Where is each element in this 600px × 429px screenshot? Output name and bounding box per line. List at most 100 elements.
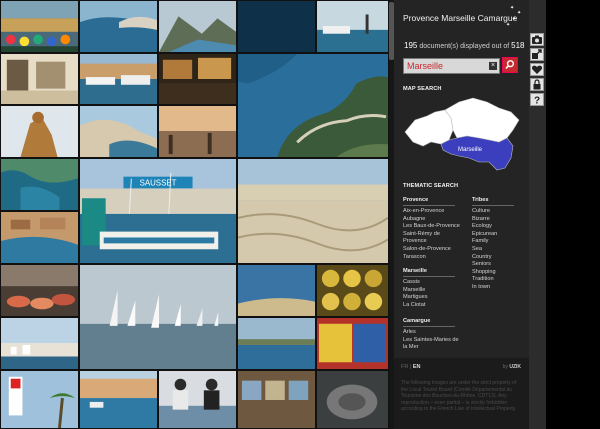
- photo-mosaic: SAUSSET: [0, 0, 390, 429]
- provence-item[interactable]: Les Baux-de-Provence: [403, 223, 461, 231]
- map-region-marseille[interactable]: [440, 135, 514, 171]
- camera-button[interactable]: [530, 33, 544, 46]
- site-title: Provence Marseille Camargue: [403, 13, 518, 23]
- clear-search-button[interactable]: ×: [489, 62, 497, 70]
- photo-sunset-street[interactable]: [158, 105, 237, 158]
- favorites-button[interactable]: [530, 63, 544, 76]
- tribe-item[interactable]: Family: [472, 238, 522, 246]
- marseille-item[interactable]: Cassis: [403, 279, 461, 287]
- tribe-item[interactable]: Shopping: [472, 269, 522, 277]
- search-button[interactable]: [502, 57, 518, 73]
- page-background: [546, 0, 600, 429]
- tribe-item[interactable]: Epicurean: [472, 231, 522, 239]
- camargue-heading: Camargue: [403, 318, 455, 327]
- tribe-item[interactable]: Country: [472, 254, 522, 262]
- credit-by: by: [502, 364, 508, 370]
- photo-soap-boxes[interactable]: [316, 317, 389, 370]
- photo-calanque-aerial[interactable]: [237, 53, 389, 158]
- tribe-item[interactable]: Bizarre: [472, 216, 522, 224]
- marseille-heading: Marseille: [403, 268, 455, 277]
- photo-sausset-harbour[interactable]: SAUSSET: [79, 158, 237, 264]
- photo-mountain-coast[interactable]: [158, 0, 237, 53]
- language-en[interactable]: EN: [413, 364, 421, 370]
- thematic-search-heading: THEMATIC SEARCH: [403, 183, 459, 189]
- photo-aerial-port[interactable]: [0, 211, 79, 264]
- provence-item[interactable]: Tarascon: [403, 254, 461, 262]
- map-selected-label: Marseille: [458, 147, 483, 153]
- photo-rocky-coast[interactable]: [79, 105, 158, 158]
- heart-icon: [531, 65, 543, 74]
- photo-aerial-lagoon[interactable]: [0, 158, 79, 211]
- photo-boat-dock[interactable]: [316, 0, 389, 53]
- marseille-item[interactable]: Martigues: [403, 294, 461, 302]
- document-count-text: document(s) displayed out of: [419, 43, 510, 50]
- photo-palm-trees[interactable]: [0, 370, 79, 429]
- search-input[interactable]: [407, 59, 485, 73]
- camargue-item[interactable]: Les Saintes-Maries de la Mer: [403, 337, 463, 352]
- camargue-item[interactable]: Arles: [403, 329, 463, 337]
- tribe-item[interactable]: Sea: [472, 246, 522, 254]
- search-icon: [505, 60, 515, 70]
- camargue-list: Arles Les Saintes-Maries de la Mer: [403, 329, 463, 352]
- total-count: 518: [511, 41, 525, 50]
- provence-item[interactable]: Aubagne: [403, 216, 461, 224]
- share-button[interactable]: [530, 48, 544, 61]
- photo-calanque-sea[interactable]: [79, 0, 158, 53]
- photo-sailboats[interactable]: [79, 264, 237, 370]
- lock-icon: [533, 79, 541, 90]
- map-region-provence[interactable]: [444, 97, 520, 143]
- photo-fishermen[interactable]: [158, 370, 237, 429]
- language-fr[interactable]: FR: [401, 364, 408, 370]
- star-icon: ✦: [510, 5, 515, 11]
- marseille-item[interactable]: La Ciotat: [403, 302, 461, 310]
- tribes-list: Culture Bizarre Ecology Epicurean Family…: [472, 208, 522, 292]
- search-box: ×: [403, 58, 500, 74]
- region-map[interactable]: Marseille: [401, 96, 523, 174]
- photo-statue[interactable]: [0, 105, 79, 158]
- right-toolbar: ?: [529, 0, 546, 429]
- tribes-heading: Tribes: [472, 197, 514, 206]
- provence-item[interactable]: Aix-en-Provence: [403, 208, 461, 216]
- map-search-heading: MAP SEARCH: [403, 86, 442, 92]
- panel-footer: FR | EN by UZIK The following images are…: [394, 358, 529, 429]
- displayed-count: 195: [404, 41, 418, 50]
- map-region-camargue[interactable]: [404, 109, 454, 147]
- provence-item[interactable]: Saint-Rémy de Provence: [403, 231, 461, 246]
- credit-brand[interactable]: UZIK: [509, 364, 521, 370]
- tribe-item[interactable]: Ecology: [472, 223, 522, 231]
- help-button[interactable]: ?: [530, 93, 544, 106]
- photo-souvenir-shop[interactable]: [0, 0, 79, 53]
- photo-bay-town[interactable]: [79, 370, 158, 429]
- photo-port-town[interactable]: [0, 317, 79, 370]
- photo-night-terrace[interactable]: [158, 53, 237, 105]
- tribe-item[interactable]: Culture: [472, 208, 522, 216]
- help-icon: ?: [534, 96, 540, 106]
- tribe-item[interactable]: In town: [472, 284, 522, 292]
- language-switch: FR | EN: [401, 364, 421, 370]
- tribe-item[interactable]: Tradition: [472, 276, 522, 284]
- credit: by UZIK: [503, 364, 521, 370]
- photo-market-stall[interactable]: [237, 370, 316, 429]
- tribe-item[interactable]: Seniors: [472, 261, 522, 269]
- share-icon: [532, 49, 542, 59]
- provence-heading: Provence: [403, 197, 455, 206]
- photo-fish-market[interactable]: [0, 264, 79, 317]
- svg-text:SAUSSET: SAUSSET: [140, 179, 177, 188]
- login-button[interactable]: [530, 78, 544, 91]
- photo-lake[interactable]: [237, 317, 316, 370]
- photo-yachts[interactable]: [79, 53, 158, 105]
- photo-harbour-terrace[interactable]: [0, 53, 79, 105]
- provence-item[interactable]: Salon-de-Provence: [403, 246, 461, 254]
- svg-text:?: ?: [534, 96, 540, 106]
- star-icon: ✦: [517, 10, 522, 16]
- photo-ropes[interactable]: [316, 370, 389, 429]
- document-count: 195 document(s) displayed out of 518: [404, 41, 525, 50]
- photo-island-aerial[interactable]: [237, 0, 316, 53]
- photo-coastline-blue[interactable]: [237, 264, 316, 317]
- provence-list: Aix-en-Provence Aubagne Les Baux-de-Prov…: [403, 208, 461, 261]
- search-panel: Provence Marseille Camargue ✦ ✦ ✦ ✦ 195 …: [394, 0, 529, 429]
- photo-canned-fish[interactable]: [316, 264, 389, 317]
- photo-fishing-nets[interactable]: [237, 158, 389, 264]
- marseille-item[interactable]: Marseille: [403, 287, 461, 295]
- camera-icon: [532, 35, 542, 44]
